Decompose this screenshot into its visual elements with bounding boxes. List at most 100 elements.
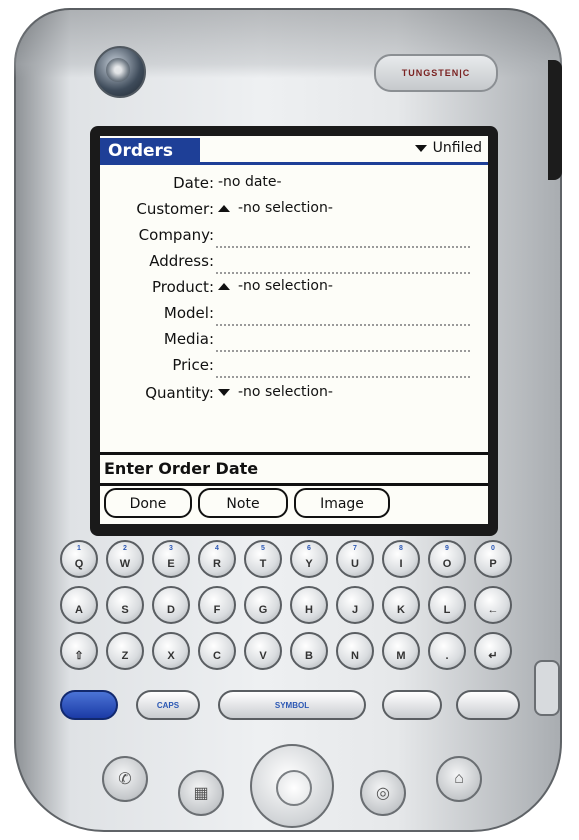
key-6[interactable]: H	[290, 586, 328, 624]
web-button[interactable]: ◎	[360, 770, 406, 816]
key-10[interactable]: ↵	[474, 632, 512, 670]
key-label: P	[489, 558, 497, 570]
key-10[interactable]: 0P	[474, 540, 512, 578]
key-1[interactable]: A	[60, 586, 98, 624]
key-3[interactable]: X	[152, 632, 190, 670]
key-3[interactable]: D	[152, 586, 190, 624]
form-row: Company:	[100, 226, 488, 252]
key-8[interactable]: K	[382, 586, 420, 624]
done-button[interactable]: Done	[104, 488, 192, 518]
key-label: A	[75, 604, 83, 616]
key-2[interactable]: 2W	[106, 540, 144, 578]
key-alt-label: 0	[491, 545, 495, 552]
key-1[interactable]: ⇧	[60, 632, 98, 670]
selection-trigger[interactable]: -no selection-	[218, 384, 333, 400]
triangle-down-icon	[218, 388, 230, 396]
key-label: E	[167, 558, 175, 570]
key-8[interactable]: M	[382, 632, 420, 670]
field-label: Model:	[163, 304, 214, 322]
key-label: L	[443, 604, 451, 616]
screen: Orders Unfiled Date: -no date- Customer: -n…	[100, 136, 488, 524]
keyboard: 1 Q 2 W 3 E 4 R 5 T 6 Y 7 U 8 I 9 O 0 P A S D F G H J K L ← ⇧ Z X C V B N M. ↵…	[60, 540, 530, 740]
key-label: I	[399, 558, 403, 570]
cut-copy-key[interactable]	[382, 690, 442, 720]
symbol-key[interactable]: SYMBOL	[218, 690, 366, 720]
key-6[interactable]: B	[290, 632, 328, 670]
key-4[interactable]: C	[198, 632, 236, 670]
field-label: Address:	[149, 252, 214, 270]
field-label: Price:	[172, 356, 214, 374]
caps-key[interactable]: CAPS	[136, 690, 200, 720]
key-label: Q	[74, 558, 84, 570]
form-row: Model:	[100, 304, 488, 330]
key-2[interactable]: Z	[106, 632, 144, 670]
text-field[interactable]	[216, 272, 470, 274]
menu-key[interactable]	[456, 690, 520, 720]
key-label: S	[121, 604, 129, 616]
key-7[interactable]: 7U	[336, 540, 374, 578]
text-field[interactable]	[216, 324, 470, 326]
image-button[interactable]: Image	[294, 488, 390, 518]
help-bar: Enter Order Date	[100, 452, 488, 486]
app-title[interactable]: Orders	[100, 138, 200, 164]
key-label: Y	[305, 558, 313, 570]
note-button[interactable]: Note	[198, 488, 288, 518]
selection-trigger[interactable]: -no selection-	[218, 278, 333, 294]
key-3[interactable]: 3E	[152, 540, 190, 578]
form-row: Price:	[100, 356, 488, 382]
form-row: Customer: -no selection-	[100, 200, 488, 226]
phone-button[interactable]: ✆	[102, 756, 148, 802]
key-9[interactable]: .	[428, 632, 466, 670]
selection-trigger[interactable]: -no selection-	[218, 200, 333, 216]
text-field[interactable]	[216, 246, 470, 248]
key-label: ↵	[488, 650, 498, 662]
function-key[interactable]	[60, 690, 118, 720]
key-label: F	[213, 604, 221, 616]
key-label: V	[259, 650, 267, 662]
five-way-navigator[interactable]	[250, 744, 334, 828]
title-underline	[100, 162, 488, 165]
category-picker[interactable]: Unfiled	[414, 140, 482, 156]
key-9[interactable]: L	[428, 586, 466, 624]
field-value: -no selection-	[238, 200, 333, 216]
home-icon: ⌂	[454, 770, 464, 787]
date-selector[interactable]: -no date-	[218, 174, 282, 190]
key-5[interactable]: V	[244, 632, 282, 670]
key-4[interactable]: F	[198, 586, 236, 624]
calendar-button[interactable]: ▦	[178, 770, 224, 816]
text-field[interactable]	[216, 376, 470, 378]
key-label: K	[397, 604, 405, 616]
form-row: Address:	[100, 252, 488, 278]
chevron-down-icon	[414, 144, 427, 152]
key-10[interactable]: ←	[474, 586, 512, 624]
key-5[interactable]: 5T	[244, 540, 282, 578]
key-label: B	[305, 650, 313, 662]
key-7[interactable]: N	[336, 632, 374, 670]
key-label: T	[259, 558, 267, 570]
key-alt-label: 3	[169, 545, 173, 552]
key-8[interactable]: 8I	[382, 540, 420, 578]
key-2[interactable]: S	[106, 586, 144, 624]
key-label: ⇧	[74, 650, 84, 662]
text-field[interactable]	[216, 350, 470, 352]
key-label: N	[351, 650, 359, 662]
key-7[interactable]: J	[336, 586, 374, 624]
home-button[interactable]: ⌂	[436, 756, 482, 802]
key-label: ←	[487, 604, 499, 616]
key-alt-label: 2	[123, 545, 127, 552]
key-4[interactable]: 4R	[198, 540, 236, 578]
key-1[interactable]: 1Q	[60, 540, 98, 578]
key-5[interactable]: G	[244, 586, 282, 624]
calendar-icon: ▦	[193, 785, 209, 802]
field-value: -no date-	[218, 174, 282, 190]
key-alt-label: 4	[215, 545, 219, 552]
form-row: Date: -no date-	[100, 174, 488, 200]
key-6[interactable]: 6Y	[290, 540, 328, 578]
key-label: .	[445, 650, 449, 662]
key-label: U	[351, 558, 359, 570]
key-9[interactable]: 9O	[428, 540, 466, 578]
key-label: O	[442, 558, 452, 570]
key-label: D	[167, 604, 175, 616]
key-label: G	[258, 604, 268, 616]
side-voice-button[interactable]	[534, 660, 560, 716]
